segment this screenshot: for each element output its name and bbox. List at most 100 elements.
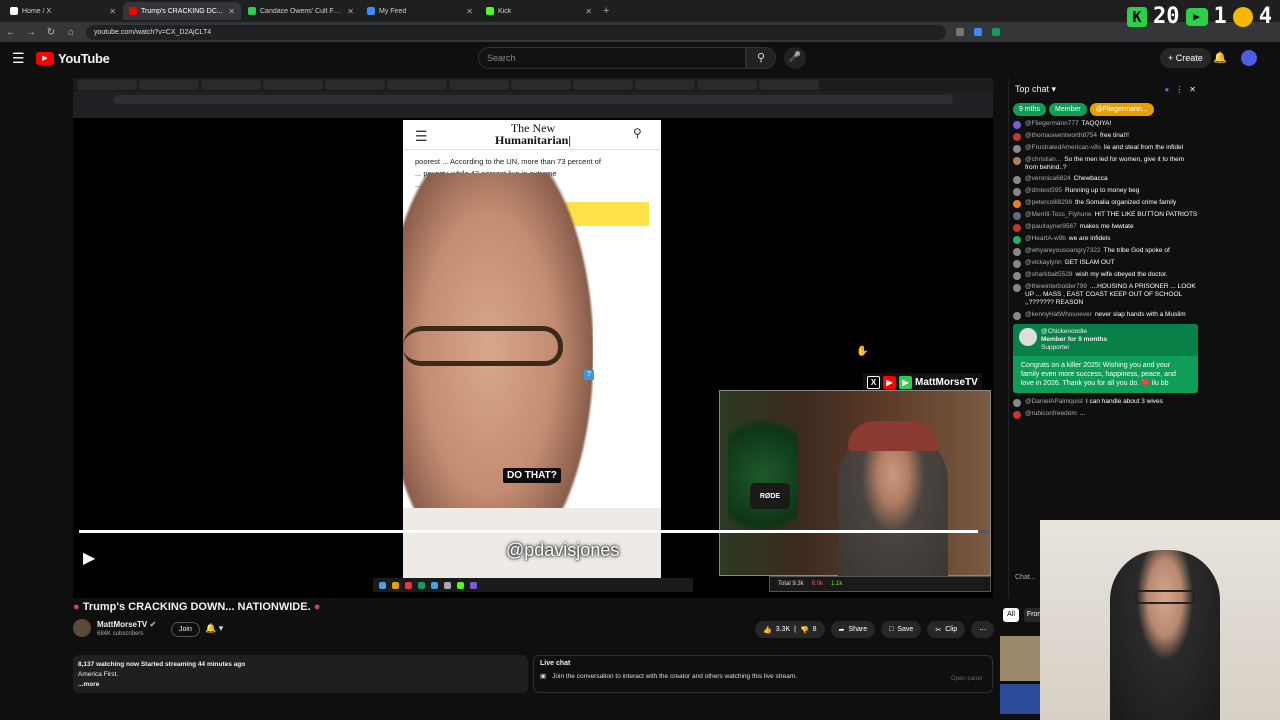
chat-filter-chip[interactable]: 9 mths [1013,102,1047,116]
close-tab-icon[interactable]: ✕ [347,7,354,16]
chat-extension-icon[interactable]: ● [1164,85,1169,94]
reload-icon[interactable]: ↻ [46,27,56,38]
channel-row: MattMorseTV ✔ 684K subscribers Join 🔔 ▾ … [73,619,995,641]
browser-tab[interactable]: Kick ✕ [480,2,598,20]
red-dot-icon: ● [73,601,80,613]
video-player[interactable]: ☰ The New Humanitarian| ⚲ poorest ... Ac… [73,78,993,598]
chat-text: makes me Iwwtate [1079,222,1134,230]
close-tab-icon[interactable]: ✕ [466,7,473,16]
notifications-icon[interactable]: 🔔 [1213,51,1227,64]
close-tab-icon[interactable]: ✕ [228,7,235,16]
chat-filter-chip[interactable]: Member [1049,102,1087,116]
avatar [1013,199,1021,208]
channel-avatar[interactable] [73,619,91,637]
microphone-logo: RØDE [750,483,790,509]
tab-favicon-icon [10,7,18,15]
chat-author: @FrustratedAmerican-v8s [1025,143,1101,151]
url-field[interactable]: youtube.com/watch?v=CX_D2AjCLT4 [86,24,946,40]
channel-name[interactable]: MattMorseTV ✔ [97,620,156,629]
chat-text: HIT THE LIKE BUTTON PATRIOTS [1094,210,1198,218]
close-tab-icon[interactable]: ✕ [585,7,592,16]
menu-icon[interactable]: ☰ [12,50,25,67]
taskbar-app-icon [457,581,464,589]
browser-tab[interactable]: My Feed ✕ [361,2,479,20]
search-icon: ⚲ [756,52,766,64]
browser-address-bar: ← → ↻ ⌂ youtube.com/watch?v=CX_D2AjCLT4 [0,22,1280,42]
chat-input[interactable]: Chat... [1015,574,1036,581]
join-button[interactable]: Join [171,622,200,637]
like-button[interactable]: 👍 3.3K | 👎 8 [755,621,825,638]
more-actions-button[interactable]: ⋯ [971,621,995,638]
description-box[interactable]: 8,137 watching now Started streaming 44 … [73,655,528,693]
youtube-logo[interactable]: ▶ YouTube [36,51,110,66]
create-button[interactable]: + Create [1160,48,1211,68]
create-label: Create [1175,53,1203,63]
search-input[interactable]: Search [478,47,746,69]
chat-message-body: @vickaylynn GET ISLAM OUT [1025,259,1115,268]
more-options-icon[interactable]: ⋮ [1175,85,1183,94]
close-chat-icon[interactable]: ✕ [1189,85,1196,94]
browser-tab[interactable]: Candace Owens' Cult Followers... ✕ [242,2,360,20]
share-button[interactable]: ➦ Share [830,621,876,638]
chat-message-body: @HeartA-w9b we are infidels [1025,235,1110,244]
browser-tab[interactable]: Trump's CRACKING DC... ✕ [123,2,241,20]
facecam-person [1110,550,1220,720]
more-link[interactable]: ...more [78,680,523,690]
chat-author: @DanielAPalmquist [1025,397,1083,405]
overlay-digits-left: 20 [1153,4,1180,29]
facecam-glasses [1135,590,1195,604]
filter-chip-all[interactable]: All [1003,608,1019,622]
chat-message-body: @whyareyousoangry7322 The tribe God spoke… [1025,247,1170,256]
tab-favicon-icon [367,7,375,15]
save-button[interactable]: □ Save [881,621,922,638]
viewer-stat: 8.0k [811,581,824,587]
shared-tab [449,80,509,90]
taskbar-app-icon [405,581,412,589]
extension-icon[interactable] [956,28,964,36]
recommended-thumbnail[interactable] [1000,684,1045,714]
taskbar-app-icon [392,581,399,589]
chat-mode-selector[interactable]: Top chat ▾ [1015,84,1056,95]
browser-tab[interactable]: Home / X ✕ [4,2,122,20]
account-avatar[interactable] [1241,50,1257,66]
chat-message: @petercolli8298 the Somalia organized cri… [1013,197,1198,209]
play-icon[interactable]: ▶ [83,548,95,568]
close-tab-icon[interactable]: ✕ [109,7,116,16]
home-icon[interactable]: ⌂ [66,27,76,38]
chat-message-body: @DanielAPalmquist I can handle about 3 wi… [1025,398,1163,407]
clip-button[interactable]: ✂ Clip [927,621,966,638]
description-text: America First. [78,671,119,678]
chat-message: @veronica6824 Chewbacca [1013,173,1198,185]
mic-icon[interactable]: 🎤 [784,47,806,69]
video-title-text: Trump's CRACKING DOWN... NATIONWIDE. [82,601,311,613]
extension-icon[interactable] [974,28,982,36]
live-chat-replay-box: Live chat ▣ Join the conversation to int… [533,655,993,693]
shared-tab [201,80,261,90]
video-caption: DO THAT? [503,468,561,483]
streamer-tag: X ▶ ▶ MattMorseTV [863,373,982,391]
chat-message-body: @thomaswentworth8754 free tina!!! [1025,132,1129,141]
back-icon[interactable]: ← [6,27,16,38]
forward-icon[interactable]: → [26,27,36,38]
search-button[interactable]: ⚲ [746,47,776,69]
avatar [1013,156,1021,165]
taskbar-app-icon [431,581,438,589]
chat-message-body: @thewinterbolder799 ....HOUSING A PRISONE… [1025,283,1198,308]
recommended-thumbnail[interactable] [1000,636,1045,681]
new-tab-icon[interactable]: + [603,5,609,17]
browser-tab-strip: Home / X ✕ Trump's CRACKING DC... ✕ Candace … [0,0,1280,22]
subscribe-bell-icon[interactable]: 🔔 ▾ [205,623,223,634]
extension-icon[interactable] [992,28,1000,36]
progress-bar[interactable] [79,530,987,533]
membership-meta: @Chickenoodle Member for 9 months Suppor… [1041,328,1107,352]
chat-filter-chip[interactable]: @Fliegermann... [1089,102,1154,116]
shared-tab [635,80,695,90]
watching-stats: 8,137 watching now Started streaming 44 … [78,661,246,668]
shared-tab [573,80,633,90]
publication-logo: The New Humanitarian| [463,122,603,146]
chat-message: @thewinterbolder799 ....HOUSING A PRISONE… [1013,281,1198,309]
tab-favicon-icon [248,7,256,15]
member-tier: Supporter [1041,344,1070,352]
open-panel-button[interactable]: Open panel [951,676,982,682]
tab-title: Candace Owens' Cult Followers... [260,7,343,15]
